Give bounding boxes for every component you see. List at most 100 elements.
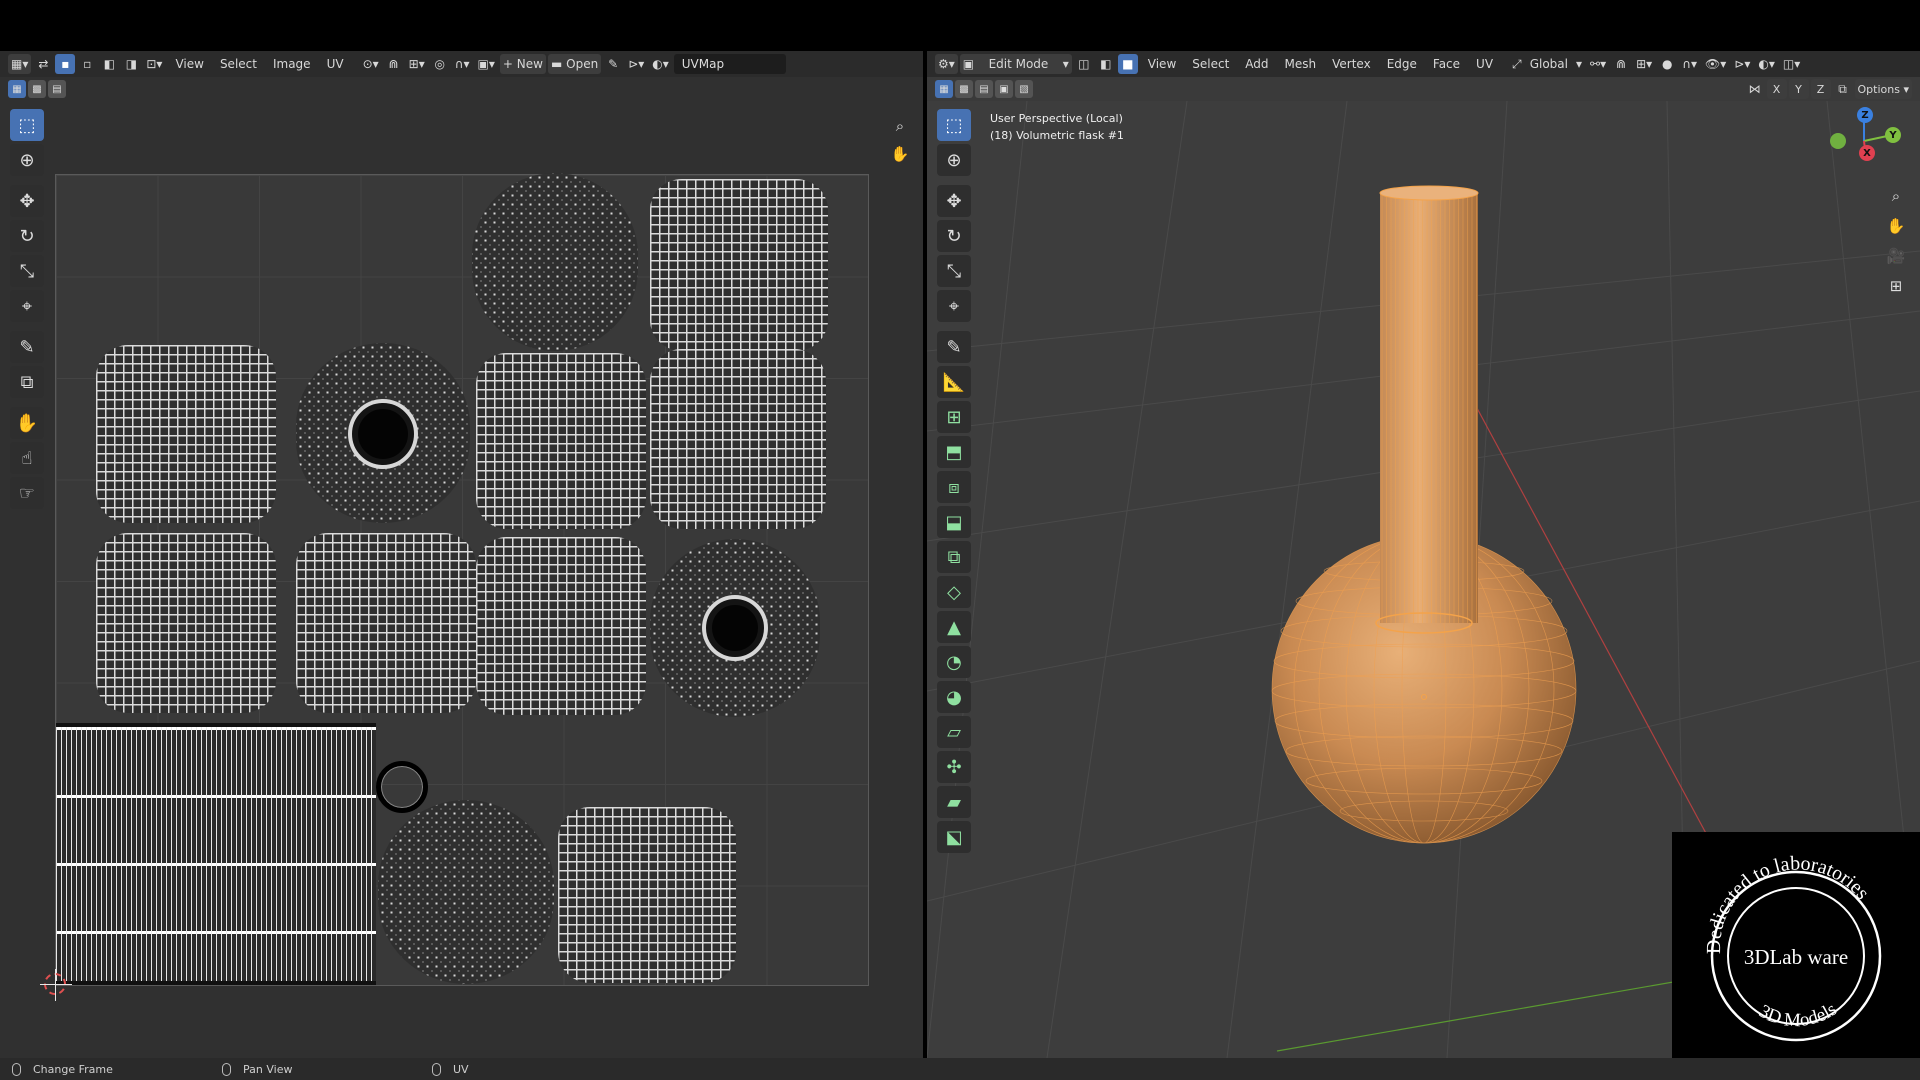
- menu-vertex[interactable]: Vertex: [1324, 57, 1379, 71]
- select-mode-face-icon[interactable]: ◧: [99, 54, 119, 74]
- gizmo-z-axis[interactable]: Z: [1857, 107, 1873, 123]
- move-icon[interactable]: ✥: [937, 185, 971, 217]
- pivot-icon[interactable]: ⊙▾: [360, 54, 382, 74]
- camera-icon[interactable]: 🎥: [1885, 245, 1907, 267]
- spin-icon[interactable]: ◔: [937, 646, 971, 678]
- select-new-icon[interactable]: ▦: [935, 80, 953, 98]
- cursor-icon[interactable]: ⊕: [10, 144, 44, 176]
- falloff-icon[interactable]: ∩▾: [1679, 54, 1700, 74]
- uv-grid-canvas[interactable]: [40, 173, 869, 1001]
- rotate-icon[interactable]: ↻: [937, 220, 971, 252]
- select-mode-vertex-icon[interactable]: ▪: [55, 54, 76, 74]
- proportional-edit-icon[interactable]: ◎: [430, 54, 450, 74]
- vertex-select-icon[interactable]: ◫: [1074, 54, 1094, 74]
- uv-island[interactable]: [650, 349, 826, 529]
- menu-mesh[interactable]: Mesh: [1277, 57, 1325, 71]
- zoom-icon[interactable]: ⌕: [1885, 185, 1907, 207]
- edge-select-icon[interactable]: ◧: [1096, 54, 1116, 74]
- uv-island[interactable]: [650, 179, 828, 351]
- bevel-icon[interactable]: ⬓: [937, 506, 971, 538]
- uv-small-ring[interactable]: [376, 761, 428, 813]
- uv-island[interactable]: [96, 345, 276, 523]
- menu-face[interactable]: Face: [1425, 57, 1468, 71]
- edge-slide-icon[interactable]: ▱: [937, 716, 971, 748]
- add-cube-icon[interactable]: ⊞: [937, 401, 971, 433]
- select-mode-island-icon[interactable]: ◨: [121, 54, 141, 74]
- flask-mesh[interactable]: [1271, 185, 1577, 844]
- ortho-grid-icon[interactable]: ⊞: [1885, 275, 1907, 297]
- pivot-icon[interactable]: ⚯▾: [1587, 54, 1609, 74]
- pinch-icon[interactable]: ☞: [10, 477, 44, 509]
- select-subtract-icon[interactable]: ▤: [975, 80, 993, 98]
- transform-icon[interactable]: ⌖: [10, 290, 44, 322]
- annotate-icon[interactable]: ✎: [937, 331, 971, 363]
- new-image-button[interactable]: + New: [499, 54, 546, 74]
- rotate-icon[interactable]: ↻: [10, 220, 44, 252]
- measure-icon[interactable]: 📐: [937, 366, 971, 398]
- menu-uv[interactable]: UV: [319, 57, 352, 71]
- select-subtract-icon[interactable]: ▤: [48, 80, 66, 98]
- select-invert-icon[interactable]: ▣: [995, 80, 1013, 98]
- orientation-dropdown[interactable]: ⤢ Global ▾: [1509, 54, 1585, 74]
- cursor-icon[interactable]: ⊕: [937, 144, 971, 176]
- shear-icon[interactable]: ▰: [937, 786, 971, 818]
- sticky-select-icon[interactable]: ⊡▾: [143, 54, 165, 74]
- mirror-icon[interactable]: ⋈: [1745, 79, 1765, 99]
- gizmo-toggle-icon[interactable]: ⊳▾: [625, 54, 647, 74]
- uv-island[interactable]: [96, 533, 276, 713]
- editor-type-icon[interactable]: ⚙▾: [935, 54, 958, 74]
- uv-island-radial[interactable]: [650, 539, 820, 717]
- menu-select[interactable]: Select: [1184, 57, 1237, 71]
- select-extend-icon[interactable]: ▩: [28, 80, 46, 98]
- zoom-icon[interactable]: ⌕: [889, 115, 911, 137]
- overlay-toggle-icon[interactable]: ◐▾: [1755, 54, 1778, 74]
- face-select-icon[interactable]: ■: [1117, 54, 1138, 74]
- uv-neck-strip[interactable]: [56, 723, 376, 985]
- annotate-icon[interactable]: ✎: [10, 331, 44, 363]
- uv-island[interactable]: [476, 537, 646, 715]
- options-dropdown[interactable]: Options ▾: [1854, 79, 1912, 99]
- snap-target-icon[interactable]: ⊞▾: [1633, 54, 1655, 74]
- scale-icon[interactable]: ⤡: [937, 255, 971, 287]
- snap-icon[interactable]: ⋒: [384, 54, 404, 74]
- snap-target-icon[interactable]: ⊞▾: [406, 54, 428, 74]
- uv-island-radial[interactable]: [378, 800, 554, 984]
- visibility-icon[interactable]: 👁▾: [1702, 54, 1729, 74]
- menu-view[interactable]: View: [167, 57, 211, 71]
- mode-dropdown[interactable]: ▣ Edit Mode ▾: [959, 54, 1072, 74]
- overlay-toggle-icon[interactable]: ◐▾: [649, 54, 672, 74]
- uvmap-field[interactable]: UVMap: [673, 54, 786, 74]
- rip-icon[interactable]: ⧉: [10, 366, 44, 398]
- relax-icon[interactable]: ☝: [10, 442, 44, 474]
- menu-view[interactable]: View: [1140, 57, 1184, 71]
- gizmo-toggle-icon[interactable]: ⊳▾: [1731, 54, 1753, 74]
- pan-hand-icon[interactable]: ✋: [1885, 215, 1907, 237]
- inset-icon[interactable]: ⧈: [937, 471, 971, 503]
- menu-image[interactable]: Image: [265, 57, 319, 71]
- mirror-y-toggle[interactable]: Y: [1788, 79, 1809, 99]
- poly-build-icon[interactable]: ▲: [937, 611, 971, 643]
- select-box-icon[interactable]: ⬚: [937, 109, 971, 141]
- select-extend-icon[interactable]: ▩: [955, 80, 973, 98]
- 2d-cursor-icon[interactable]: [40, 969, 72, 1001]
- extrude-icon[interactable]: ⬒: [937, 436, 971, 468]
- smooth-icon[interactable]: ◕: [937, 681, 971, 713]
- gizmo-y-axis[interactable]: Y: [1885, 127, 1901, 143]
- proportional-edit-icon[interactable]: ●: [1657, 54, 1677, 74]
- pan-hand-icon[interactable]: ✋: [889, 143, 911, 165]
- open-image-button[interactable]: ▬ Open: [547, 54, 602, 74]
- select-mode-edge-icon[interactable]: ▫: [77, 54, 97, 74]
- uv-island-radial[interactable]: [472, 173, 638, 351]
- menu-edge[interactable]: Edge: [1379, 57, 1425, 71]
- uv-island[interactable]: [296, 533, 476, 713]
- select-new-icon[interactable]: ▦: [8, 80, 26, 98]
- uv-island[interactable]: [558, 807, 736, 983]
- move-icon[interactable]: ✥: [10, 185, 44, 217]
- uv-island[interactable]: [476, 353, 646, 529]
- grab-icon[interactable]: ✋: [10, 407, 44, 439]
- auto-merge-icon[interactable]: ⧉: [1833, 79, 1853, 99]
- uv-island-radial[interactable]: [296, 343, 470, 523]
- select-box-icon[interactable]: ⬚: [10, 109, 44, 141]
- shrink-fatten-icon[interactable]: ✣: [937, 751, 971, 783]
- gizmo-neg-y-axis[interactable]: [1830, 133, 1846, 149]
